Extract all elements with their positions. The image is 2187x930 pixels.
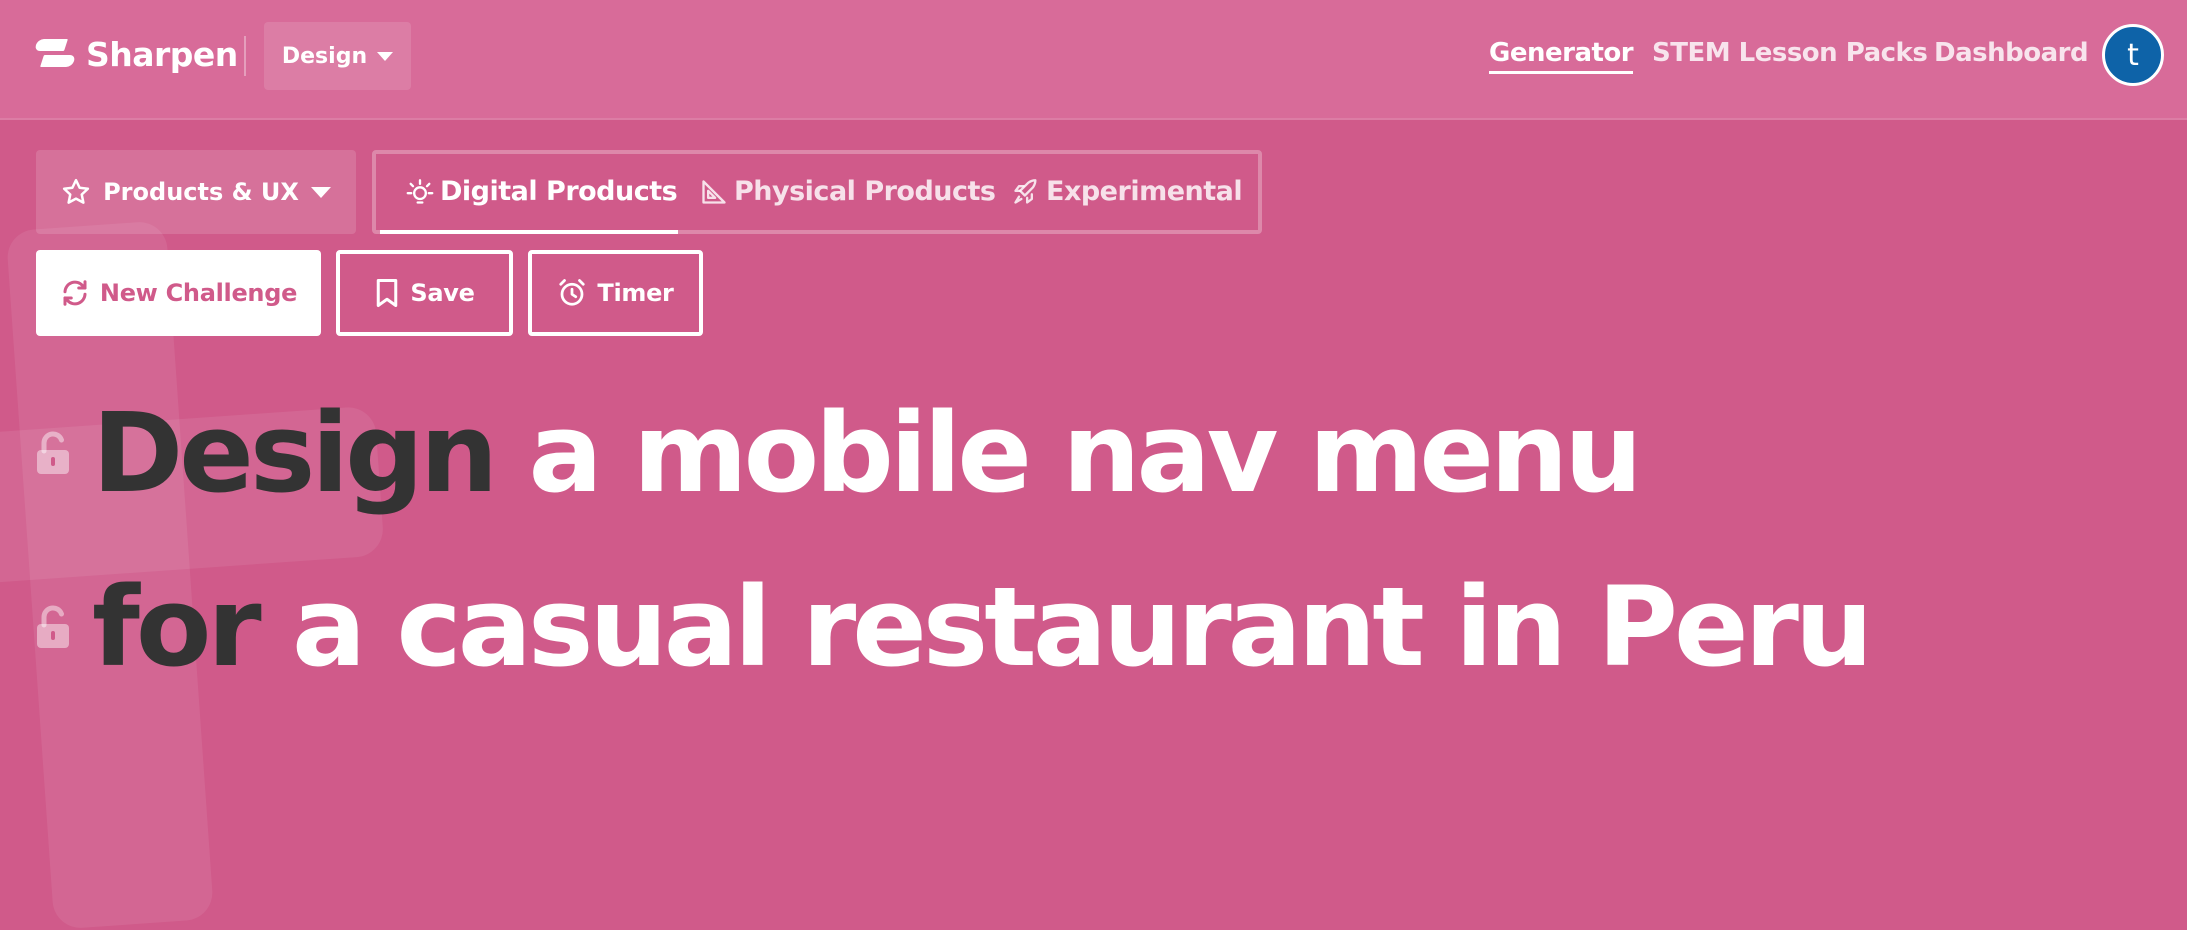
caret-down-icon xyxy=(310,186,331,198)
prompt-line-2: for a casual restaurant in Peru xyxy=(36,572,1873,682)
unlock-icon[interactable] xyxy=(36,605,70,649)
light-bulb-icon xyxy=(406,178,434,204)
new-challenge-label: New Challenge xyxy=(99,279,298,307)
brand-logo[interactable]: Sharpen xyxy=(34,34,238,74)
prompt-verb: Design xyxy=(92,389,498,517)
new-challenge-button[interactable]: New Challenge xyxy=(36,250,321,336)
save-label: Save xyxy=(410,279,475,307)
tab-label: Physical Products xyxy=(734,176,996,207)
timer-label: Timer xyxy=(597,279,674,307)
design-dropdown[interactable]: Design xyxy=(264,22,411,90)
user-avatar[interactable]: t xyxy=(2102,24,2164,86)
prompt-text: for a casual restaurant in Peru xyxy=(92,572,1873,682)
nav-dashboard[interactable]: Dashboard xyxy=(1934,38,2089,68)
nav-generator[interactable]: Generator xyxy=(1489,38,1634,74)
prompt-subject: a mobile nav menu xyxy=(528,389,1642,517)
sharpen-logo-icon xyxy=(34,39,76,69)
star-icon xyxy=(62,178,90,204)
rocket-icon xyxy=(1014,178,1037,204)
tab-experimental[interactable]: Experimental xyxy=(1012,176,1243,207)
tab-label: Digital Products xyxy=(440,176,678,207)
alarm-clock-icon xyxy=(559,279,585,306)
divider xyxy=(244,36,246,76)
tab-label: Experimental xyxy=(1046,176,1243,207)
brand-name: Sharpen xyxy=(86,34,238,74)
nav-stem-lesson-packs[interactable]: STEM Lesson Packs xyxy=(1652,38,1928,68)
product-type-tabs: Digital Products Physical Products Exper… xyxy=(372,150,1262,234)
caret-down-icon xyxy=(377,51,394,61)
prompt-line-1: Design a mobile nav menu xyxy=(36,398,1643,508)
bookmark-icon xyxy=(377,279,398,307)
refresh-icon xyxy=(63,280,87,306)
prompt-connector: for xyxy=(92,563,262,691)
tab-physical-products[interactable]: Physical Products xyxy=(700,176,996,207)
tab-digital-products[interactable]: Digital Products xyxy=(406,176,678,207)
top-navbar: Sharpen Design Generator STEM Lesson Pac… xyxy=(0,0,2187,120)
prompt-context: a casual restaurant in Peru xyxy=(291,563,1873,691)
category-dropdown[interactable]: Products & UX xyxy=(36,150,356,234)
design-dropdown-label: Design xyxy=(281,43,368,69)
category-label: Products & UX xyxy=(103,178,299,206)
active-tab-indicator xyxy=(380,230,678,234)
timer-button[interactable]: Timer xyxy=(528,250,703,336)
prompt-text: Design a mobile nav menu xyxy=(92,398,1643,508)
triangle-ruler-icon xyxy=(702,179,726,204)
unlock-icon[interactable] xyxy=(36,431,70,475)
save-button[interactable]: Save xyxy=(336,250,513,336)
